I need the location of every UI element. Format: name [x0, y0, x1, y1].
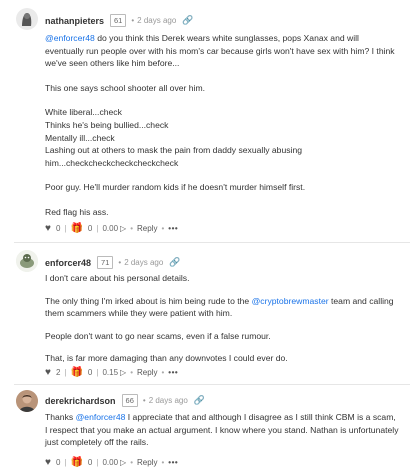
separator: | [96, 224, 99, 233]
paragraph-text: This one says school shooter all over hi… [45, 82, 206, 93]
comment-body: Thanks @enforcer48 I appreciate that and… [45, 411, 400, 449]
heart-icon[interactable]: ♥ [45, 223, 51, 234]
avatar[interactable] [16, 8, 38, 30]
vote-count: 2 [55, 368, 61, 377]
avatar-image [16, 250, 38, 272]
paragraph-text: People don't want to go near scams, even… [45, 330, 271, 341]
link-icon[interactable]: 🔗 [194, 395, 205, 406]
list-line: Thinks he's being bullied...check [45, 119, 169, 130]
paragraph-text: do you think this Derek wears white sung… [45, 33, 395, 69]
separator: | [96, 458, 99, 467]
comment-header: nathanpieters 61 • 2 days ago 🔗 [45, 14, 194, 27]
avatar[interactable] [16, 390, 38, 412]
list-line: Lashing out at others to mask the pain f… [45, 145, 303, 168]
user-mention[interactable]: @enforcer48 [76, 412, 126, 422]
heart-icon[interactable]: ♥ [45, 367, 51, 378]
vote-count: 0 [55, 458, 61, 467]
payout-value[interactable]: 0.00 [102, 458, 118, 467]
avatar-image [16, 8, 38, 30]
paragraph-text: I don't care about his personal details. [45, 273, 190, 283]
paragraph-text: Thanks [45, 412, 76, 422]
separator: • [161, 458, 165, 467]
separator: • [161, 368, 165, 377]
gift-icon[interactable]: 🎁 [70, 367, 82, 378]
paragraph-text: That, is far more damaging than any down… [45, 353, 288, 364]
divider [14, 384, 410, 385]
reputation-badge: 66 [121, 394, 138, 407]
divider [14, 242, 410, 243]
comment-header: derekrichardson 66 • 2 days ago 🔗 [45, 394, 205, 407]
avatar[interactable] [16, 250, 38, 272]
separator: | [64, 368, 67, 377]
user-mention[interactable]: @cryptobrewmaster [252, 296, 329, 306]
separator: | [96, 368, 99, 377]
list-line: White liberal...check [45, 107, 122, 118]
separator: • [130, 368, 133, 377]
list-line: Mentally ill...check [45, 132, 115, 143]
comment-actions: ♥ 2 | 🎁 0 | 0.15 ▷ • Reply • ••• [45, 367, 178, 378]
timestamp[interactable]: 2 days ago [124, 258, 163, 267]
payout-icon: ▷ [120, 224, 127, 233]
username[interactable]: nathanpieters [45, 16, 104, 26]
vote-count: 0 [55, 224, 61, 233]
avatar-image [16, 390, 38, 412]
comment-actions: ♥ 0 | 🎁 0 | 0.00 ▷ • Reply • ••• [45, 457, 178, 468]
comment-body: @enforcer48 do you think this Derek wear… [45, 32, 400, 219]
paragraph-text: Poor guy. He'll murder random kids if he… [45, 182, 306, 193]
payout-icon: ▷ [120, 368, 127, 377]
timestamp[interactable]: 2 days ago [149, 396, 188, 405]
paragraph-text: Red flag his ass. [45, 206, 109, 217]
bullet: • [131, 16, 135, 25]
more-icon[interactable]: ••• [168, 458, 178, 467]
reputation-badge: 71 [97, 256, 114, 269]
coin-count: 0 [87, 224, 93, 233]
reputation-badge: 61 [110, 14, 127, 27]
gift-icon[interactable]: 🎁 [70, 457, 82, 468]
more-icon[interactable]: ••• [168, 224, 178, 233]
payout-icon: ▷ [120, 458, 127, 467]
coin-count: 0 [87, 458, 93, 467]
paragraph-text: The only thing I'm irked about is him be… [45, 295, 252, 306]
heart-icon[interactable]: ♥ [45, 457, 51, 468]
reply-button[interactable]: Reply [137, 224, 157, 233]
link-icon[interactable]: 🔗 [169, 257, 180, 268]
link-icon[interactable]: 🔗 [182, 15, 193, 26]
bullet: • [118, 258, 122, 267]
separator: • [130, 224, 133, 233]
payout-value[interactable]: 0.15 [102, 368, 118, 377]
comment-actions: ♥ 0 | 🎁 0 | 0.00 ▷ • Reply • ••• [45, 223, 178, 234]
bullet: • [142, 396, 146, 405]
username[interactable]: derekrichardson [45, 396, 116, 406]
timestamp[interactable]: 2 days ago [137, 16, 176, 25]
user-mention[interactable]: @enforcer48 [45, 33, 95, 43]
more-icon[interactable]: ••• [168, 368, 178, 377]
separator: | [64, 458, 67, 467]
comment-body: I don't care about his personal details.… [45, 272, 400, 365]
comment-header: enforcer48 71 • 2 days ago 🔗 [45, 256, 181, 269]
username[interactable]: enforcer48 [45, 258, 91, 268]
reply-button[interactable]: Reply [137, 368, 157, 377]
separator: | [64, 224, 67, 233]
coin-count: 0 [87, 368, 93, 377]
gift-icon[interactable]: 🎁 [70, 223, 82, 234]
separator: • [130, 458, 133, 467]
reply-button[interactable]: Reply [137, 458, 157, 467]
payout-value[interactable]: 0.00 [102, 224, 118, 233]
separator: • [161, 224, 165, 233]
